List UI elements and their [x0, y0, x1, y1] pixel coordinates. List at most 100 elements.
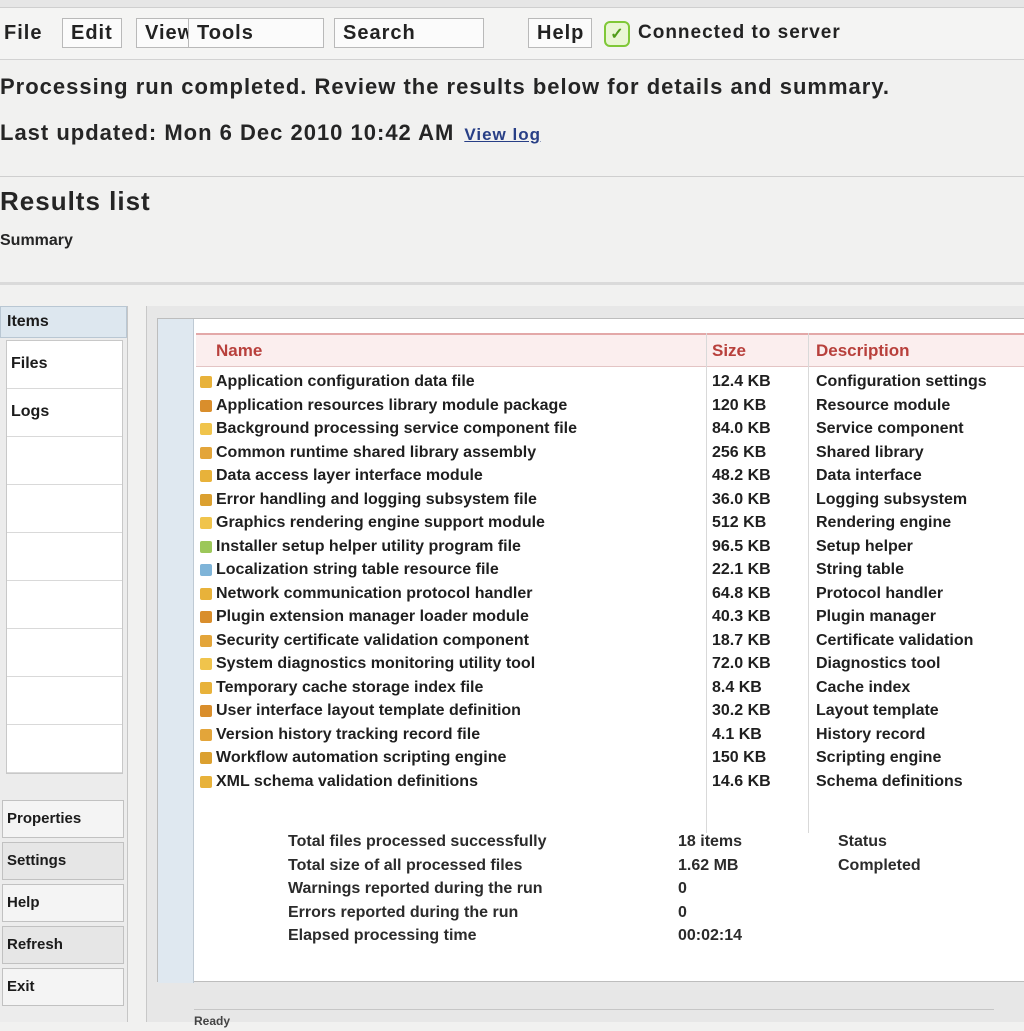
nav-item[interactable]: [7, 437, 122, 485]
cell-size: 150 KB: [712, 749, 767, 766]
cell-description: Configuration settings: [816, 373, 987, 390]
cell-name: Installer setup helper utility program f…: [216, 537, 521, 555]
cell-name: Temporary cache storage index file: [216, 678, 484, 696]
nav-item[interactable]: [7, 629, 122, 677]
nav-header: Items: [0, 306, 127, 338]
settings-button[interactable]: Settings: [2, 842, 124, 880]
table-row[interactable]: Common runtime shared library assembly 25…: [196, 442, 1024, 466]
summary-value: 1.62 MB: [678, 856, 739, 874]
refresh-button[interactable]: Refresh: [2, 926, 124, 964]
cell-description: History record: [816, 725, 926, 743]
column-header-name[interactable]: Name: [216, 341, 262, 361]
cell-description: Scripting engine: [816, 749, 942, 766]
cell-size: 8.4 KB: [712, 678, 762, 696]
ok-status-icon[interactable]: ✓: [604, 21, 630, 47]
cell-size: 36.0 KB: [712, 490, 771, 508]
file-icon: [200, 728, 212, 741]
cell-description: Diagnostics tool: [816, 655, 941, 672]
help-button[interactable]: Help: [528, 18, 592, 48]
cell-name: Background processing service component …: [216, 420, 577, 437]
cell-size: 96.5 KB: [712, 537, 771, 555]
nav-item[interactable]: Files: [7, 341, 122, 389]
cell-description: Certificate validation: [816, 631, 974, 649]
table-gutter: [158, 319, 194, 983]
table-row[interactable]: Data access layer interface module 48.2 K…: [196, 465, 1024, 489]
file-icon: [200, 611, 212, 623]
cell-size: 30.2 KB: [712, 702, 771, 719]
section-title: Results list: [0, 186, 151, 216]
left-nav-panel: Items Files Logs Properties Settings Hel…: [0, 306, 128, 1022]
exit-button[interactable]: Exit: [2, 968, 124, 1006]
cell-name: Plugin extension manager loader module: [216, 608, 529, 625]
cell-description: Service component: [816, 420, 964, 437]
file-icon: [200, 681, 212, 694]
table-row[interactable]: Version history tracking record file 4.1 …: [196, 724, 1024, 748]
search-field[interactable]: Search: [334, 18, 484, 48]
cell-name: Application configuration data file: [216, 373, 475, 390]
column-header-size[interactable]: Size: [712, 341, 746, 361]
cell-size: 18.7 KB: [712, 631, 771, 649]
summary-line: Warnings reported during the run 0: [288, 878, 1024, 902]
nav-item[interactable]: [7, 485, 122, 533]
cell-name: Network communication protocol handler: [216, 584, 533, 602]
nav-item[interactable]: [7, 677, 122, 725]
table-row[interactable]: Security certificate validation componen…: [196, 630, 1024, 654]
menu-file[interactable]: File: [4, 18, 42, 48]
nav-item[interactable]: Logs: [7, 389, 122, 437]
cell-name: Common runtime shared library assembly: [216, 443, 537, 461]
summary-value: 0: [678, 903, 687, 921]
table-row[interactable]: XML schema validation definitions 14.6 KB…: [196, 771, 1024, 795]
cell-size: 84.0 KB: [712, 420, 771, 437]
cell-size: 12.4 KB: [712, 373, 771, 390]
table-row[interactable]: Localization string table resource file 2…: [196, 559, 1024, 583]
summary-label: Total size of all processed files: [288, 856, 523, 874]
cell-description: Cache index: [816, 678, 911, 696]
table-row[interactable]: Application resources library module pac…: [196, 395, 1024, 419]
cell-name: Version history tracking record file: [216, 725, 481, 743]
file-icon: [200, 446, 212, 459]
nav-item[interactable]: [7, 581, 122, 629]
menu-edit[interactable]: Edit: [62, 18, 122, 48]
table-row[interactable]: Background processing service component …: [196, 418, 1024, 442]
cell-name: Workflow automation scripting engine: [216, 749, 507, 766]
nav-item[interactable]: [7, 533, 122, 581]
table-row[interactable]: Temporary cache storage index file 8.4 KB…: [196, 677, 1024, 701]
help-nav-button[interactable]: Help: [2, 884, 124, 922]
table-row[interactable]: System diagnostics monitoring utility to…: [196, 653, 1024, 677]
cell-description: Schema definitions: [816, 772, 963, 790]
cell-name: Security certificate validation componen…: [216, 631, 529, 649]
table-row[interactable]: Network communication protocol handler 64…: [196, 583, 1024, 607]
meta-text: Last updated: Mon 6 Dec 2010 10:42 AM Vie…: [0, 120, 541, 146]
nav-item[interactable]: [7, 725, 122, 773]
properties-button[interactable]: Properties: [2, 800, 124, 838]
cell-description: Layout template: [816, 702, 939, 719]
cell-name: XML schema validation definitions: [216, 772, 478, 790]
view-log-link[interactable]: View log: [464, 125, 541, 144]
summary-line: Elapsed processing time 00:02:14: [288, 925, 1024, 949]
cell-size: 64.8 KB: [712, 584, 771, 602]
cell-description: Resource module: [816, 396, 951, 414]
nav-list: Files Logs: [6, 340, 123, 774]
summary-line: Total files processed successfully 18 ite…: [288, 831, 1024, 855]
table-row[interactable]: Graphics rendering engine support module…: [196, 512, 1024, 536]
section-subtitle: Summary: [0, 232, 73, 249]
table-row[interactable]: Workflow automation scripting engine 150 …: [196, 747, 1024, 771]
menu-tools[interactable]: Tools: [188, 18, 324, 48]
cell-description: Protocol handler: [816, 584, 944, 602]
cell-size: 40.3 KB: [712, 608, 771, 625]
table-row[interactable]: User interface layout template definitio…: [196, 700, 1024, 724]
cell-name: User interface layout template definitio…: [216, 702, 521, 719]
summary-label: Warnings reported during the run: [288, 880, 543, 897]
file-icon: [200, 376, 212, 388]
status-bar: Ready: [194, 1009, 994, 1031]
table-row[interactable]: Error handling and logging subsystem fil…: [196, 489, 1024, 513]
cell-name: Application resources library module pac…: [216, 396, 568, 414]
connection-status: Connected to server: [638, 22, 841, 43]
column-header-description[interactable]: Description: [816, 341, 910, 361]
table-row[interactable]: Installer setup helper utility program f…: [196, 536, 1024, 560]
summary-label: Errors reported during the run: [288, 903, 519, 921]
table-row[interactable]: Application configuration data file 12.4 …: [196, 371, 1024, 395]
table-row[interactable]: Plugin extension manager loader module 40…: [196, 606, 1024, 630]
cell-size: 512 KB: [712, 514, 767, 531]
toolbar-top-strip: [0, 0, 1024, 8]
